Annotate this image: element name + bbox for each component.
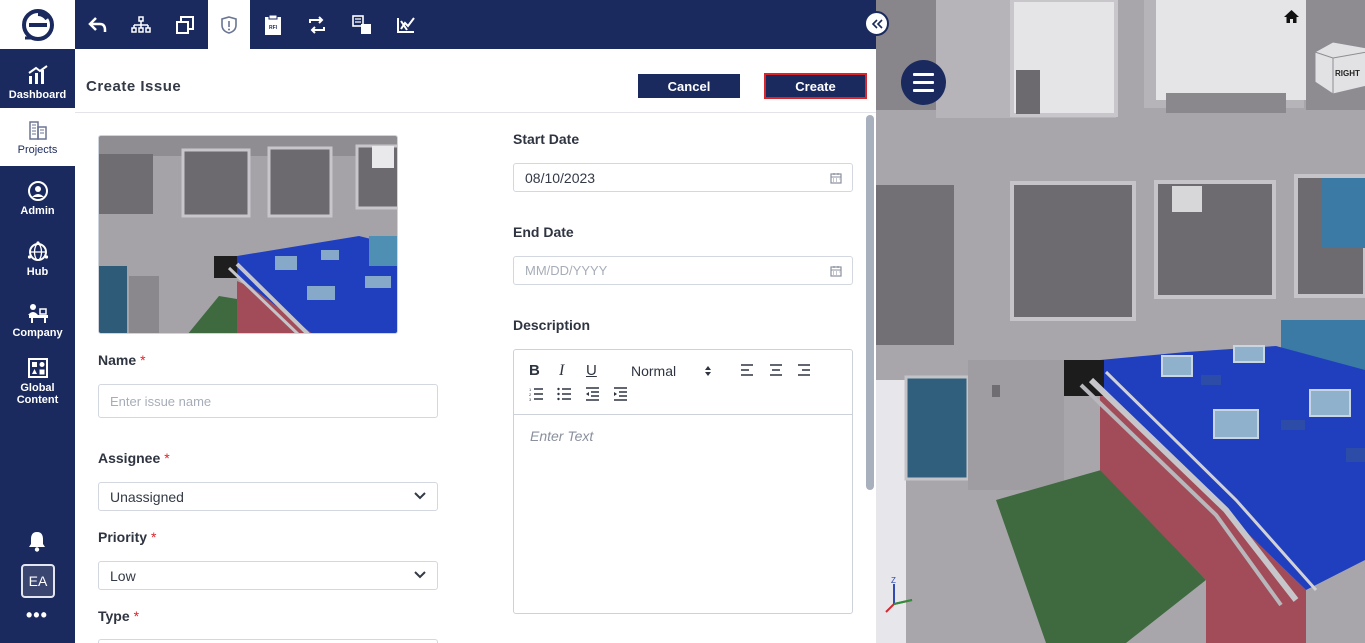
svg-text:RFI: RFI [269,25,278,31]
nav-global-content[interactable]: Global Content [0,352,75,410]
admin-user-icon [27,180,48,201]
priority-label: Priority * [98,529,157,545]
create-button[interactable]: Create [764,73,867,99]
back-arrow-icon[interactable] [77,0,119,49]
priority-select[interactable]: Low [98,561,438,590]
issue-shield-icon[interactable] [208,0,250,49]
ordered-list-icon[interactable]: 123 [529,387,544,401]
sync-icon[interactable] [296,0,338,49]
nav-dashboard-label: Dashboard [8,88,67,101]
collapse-panel-button[interactable] [864,11,889,36]
end-date-label: End Date [513,224,574,240]
view-cube-label: RIGHT [1335,69,1360,78]
text-style-select[interactable]: Normal [631,363,676,379]
compare-icon[interactable] [341,0,383,49]
panel-header: Create Issue Cancel Create [75,49,876,113]
description-label: Description [513,317,591,333]
global-content-icon [27,357,48,378]
assignee-select[interactable]: Unassigned [98,482,438,511]
start-date-value: 08/10/2023 [525,169,596,186]
end-date-input[interactable]: MM/DD/YYYY [513,256,853,285]
building-icon [28,120,47,140]
nav-admin-label: Admin [20,204,55,217]
calendar-icon[interactable] [830,172,842,184]
align-right-icon[interactable] [797,364,811,376]
chevron-down-icon [414,492,426,500]
nav-global-content-label: Global Content [16,381,59,406]
end-date-placeholder: MM/DD/YYYY [525,263,608,278]
outdent-icon[interactable] [585,387,600,401]
chevron-down-icon [414,571,426,579]
italic-button[interactable]: I [559,362,564,380]
app-logo[interactable] [0,0,75,49]
hierarchy-icon[interactable] [120,0,162,49]
hamburger-line [913,89,934,92]
assignee-value: Unassigned [110,488,184,505]
align-center-icon[interactable] [769,364,783,376]
nav-admin[interactable]: Admin [0,169,75,227]
align-left-icon[interactable] [740,364,754,376]
description-editor: B I U Normal 123 Enter Text [513,349,853,614]
start-date-input[interactable]: 08/10/2023 [513,163,853,192]
viewer-menu-button[interactable] [901,60,946,105]
copy-windows-icon[interactable] [164,0,206,49]
nav-company-label: Company [12,326,63,339]
hub-globe-icon [27,240,48,261]
calendar-icon[interactable] [830,265,842,277]
more-options-icon[interactable]: ••• [26,605,48,626]
model-3d-viewer[interactable]: Z [876,0,1365,643]
markup-icon[interactable] [385,0,427,49]
double-chevron-left-icon [871,18,883,29]
nav-dashboard[interactable]: Dashboard [0,53,75,111]
indent-icon[interactable] [613,387,628,401]
nav-projects-label: Projects [17,143,58,156]
svg-text:3: 3 [529,397,532,401]
view-cube[interactable]: RIGHT [1311,38,1365,95]
nav-projects[interactable]: Projects [0,108,75,166]
rfi-clipboard-icon[interactable]: RFI [252,0,294,49]
top-toolbar: RFI [75,0,876,49]
issue-name-input[interactable]: Enter issue name [98,384,438,418]
cancel-button[interactable]: Cancel [638,74,740,98]
nav-hub[interactable]: Hub [0,230,75,288]
hamburger-line [913,81,934,84]
building-model-render: Z [876,0,1365,643]
left-nav-rail: Dashboard Projects Admin Hub Company Glo… [0,0,75,643]
nav-company[interactable]: Company [0,291,75,349]
description-text-area[interactable]: Enter Text [530,428,593,444]
logo-icon [21,8,54,41]
underline-button[interactable]: U [586,362,597,379]
updown-arrows-icon [705,366,711,376]
notifications-bell-icon[interactable] [27,530,47,557]
page-title: Create Issue [86,78,182,95]
home-icon[interactable] [1283,9,1300,29]
hamburger-line [913,73,934,76]
editor-toolbar: B I U Normal 123 [514,350,852,415]
type-label: Type * [98,608,140,624]
start-date-label: Start Date [513,131,580,147]
name-label: Name * [98,352,146,368]
form-scrollbar[interactable] [866,115,874,490]
bullet-list-icon[interactable] [557,387,572,401]
user-avatar[interactable]: EA [21,564,55,598]
create-issue-panel: Create Issue Cancel Create Name * Enter … [75,49,876,643]
dashboard-chart-icon [27,64,48,84]
axis-z-label: Z [891,576,896,585]
assignee-label: Assignee * [98,450,170,466]
priority-value: Low [110,567,136,584]
bold-button[interactable]: B [529,362,540,379]
type-select[interactable] [98,639,438,643]
nav-hub-label: Hub [26,265,49,278]
company-icon [27,303,48,323]
issue-snapshot-thumbnail [98,135,398,334]
